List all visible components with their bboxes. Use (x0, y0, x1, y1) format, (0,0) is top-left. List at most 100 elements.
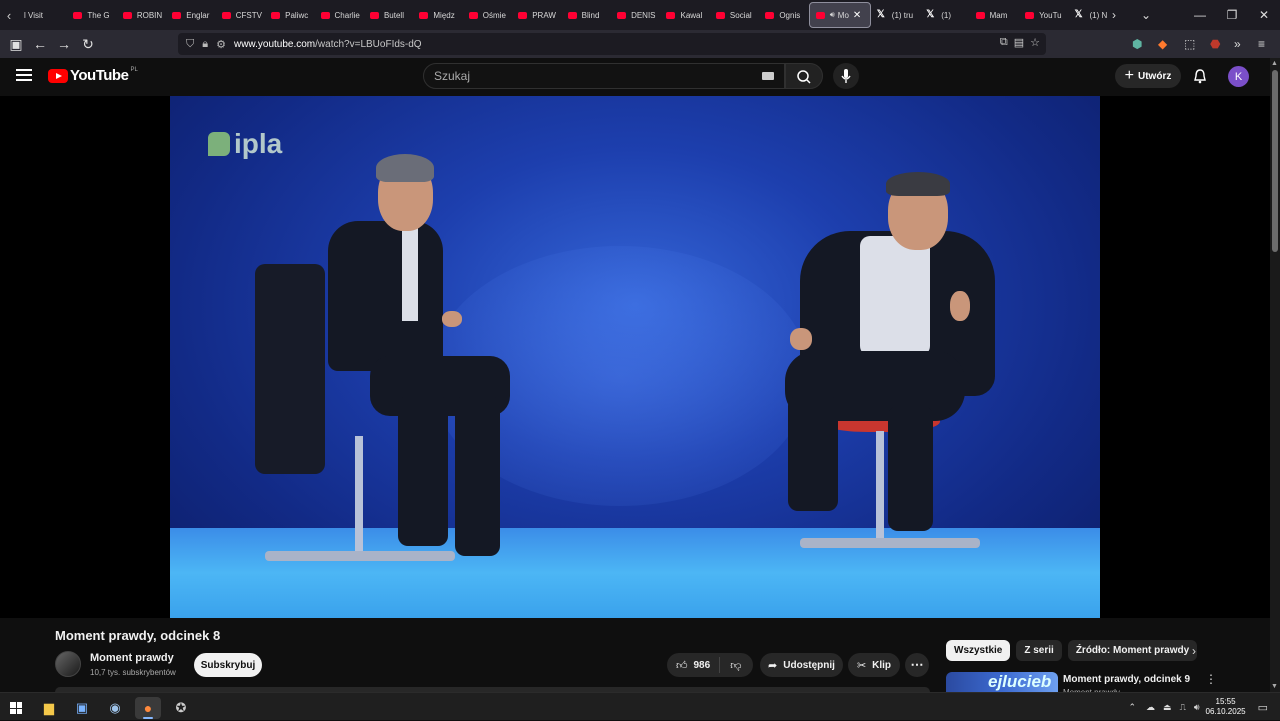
search-input[interactable]: Szukaj (423, 63, 785, 89)
overflow-menu-icon[interactable]: » (1234, 30, 1241, 58)
youtube-icon (172, 12, 181, 19)
browser-tab[interactable]: ROBIN (117, 2, 166, 28)
dislike-button[interactable]: 👎︎ (720, 659, 751, 672)
onedrive-cloud-icon[interactable]: ☁ (1146, 702, 1155, 713)
youtube-icon (765, 12, 774, 19)
chip-series[interactable]: Z serii (1016, 640, 1061, 661)
tab-scroll-right-icon[interactable]: › (1098, 8, 1130, 22)
usb-drive-icon[interactable]: ⏏ (1163, 702, 1172, 713)
tab-label: YouTu (1039, 11, 1062, 20)
browser-tab[interactable]: Ognis (759, 2, 808, 28)
recommended-video-thumbnail[interactable]: ejlucieb (946, 672, 1058, 692)
maximize-icon[interactable]: ❐ (1216, 8, 1248, 22)
forward-icon[interactable]: → (52, 32, 76, 56)
start-button[interactable] (3, 697, 29, 719)
channel-avatar[interactable] (55, 651, 81, 677)
steam-icon[interactable]: ◉ (102, 697, 128, 719)
close-window-icon[interactable]: ✕ (1248, 8, 1280, 22)
browser-tab[interactable]: CFSTV (216, 2, 265, 28)
extension-shield-icon[interactable]: ⬢ (1132, 30, 1142, 58)
picture-in-picture-icon[interactable]: ⧉ (1000, 36, 1008, 49)
keyboard-icon[interactable] (762, 72, 774, 80)
permissions-icon[interactable]: ⚙︎ (216, 38, 226, 51)
channel-name[interactable]: Moment prawdy (90, 652, 174, 664)
list-all-tabs-icon[interactable]: ⌄ (1130, 8, 1162, 22)
more-actions-button[interactable]: ⋯ (905, 653, 929, 677)
browser-tab[interactable]: Mam (970, 2, 1019, 28)
scrollbar-thumb[interactable] (1272, 70, 1278, 252)
browser-tab[interactable]: Kawal (660, 2, 709, 28)
browser-tab[interactable]: PRAW (512, 2, 561, 28)
browser-tab[interactable]: Englar (166, 2, 215, 28)
close-tab-icon[interactable]: ✕ (853, 10, 861, 21)
like-button[interactable]: 👍︎ 986 (667, 657, 720, 673)
notification-center-icon[interactable]: ▭ (1258, 701, 1268, 714)
scroll-down-arrow-icon[interactable]: ▼ (1271, 683, 1278, 690)
youtube-logo[interactable]: YouTube PL (48, 67, 138, 84)
browser-tab[interactable]: l Visit (18, 2, 67, 28)
recommended-video-menu-icon[interactable]: ⋮ (1205, 672, 1217, 686)
guide-menu-icon[interactable] (16, 69, 32, 81)
bookmark-star-icon[interactable]: ☆ (1030, 36, 1040, 49)
lock-icon[interactable]: 🔒︎ (202, 38, 208, 51)
extension-ublock-icon[interactable]: ⬣ (1210, 30, 1220, 58)
app-menu-icon[interactable]: ≡ (1258, 30, 1265, 58)
tab-label: l Visit (24, 11, 43, 20)
page-scrollbar[interactable]: ▲ ▼ (1270, 58, 1280, 692)
shield-icon[interactable]: ⛉ (186, 38, 194, 51)
share-button[interactable]: ➦ Udostępnij (760, 653, 843, 677)
file-explorer-icon[interactable]: ▆ (36, 697, 62, 719)
tab-scroll-left-icon[interactable]: ‹ (0, 0, 18, 30)
video-player[interactable]: ipla (170, 96, 1100, 618)
browser-tab[interactable]: The G (67, 2, 116, 28)
notifications-bell-icon[interactable] (1192, 68, 1208, 84)
extension-fox-icon[interactable]: ◆ (1158, 30, 1167, 58)
search-button[interactable] (785, 63, 823, 89)
browser-tab[interactable]: 𝕏(1) tru (871, 2, 920, 28)
browser-tab[interactable]: YouTu (1019, 2, 1068, 28)
browser-tab[interactable]: Blind (562, 2, 611, 28)
clip-button[interactable]: ✂ Klip (848, 653, 900, 677)
browser-tab[interactable]: Butell (364, 2, 413, 28)
app-icon[interactable]: ✪ (168, 697, 194, 719)
taskbar-clock[interactable]: 15:55 06.10.2025 (1206, 697, 1246, 717)
tab-label: The G (87, 11, 109, 20)
sidebar-toggle-icon[interactable]: ▣ (4, 32, 28, 56)
volume-icon[interactable]: 🔊︎ (1194, 702, 1200, 713)
chips-next-arrow-icon[interactable]: › (1192, 644, 1196, 658)
back-icon[interactable]: ← (28, 32, 52, 56)
browser-tab[interactable]: Social (710, 2, 759, 28)
minimize-icon[interactable]: — (1184, 8, 1216, 22)
tab-label: Social (730, 11, 752, 20)
network-icon[interactable]: ⎍ (1180, 702, 1186, 713)
recommended-video-title[interactable]: Moment prawdy, odcinek 9 (1063, 674, 1190, 685)
voice-search-button[interactable] (833, 63, 859, 89)
reader-view-icon[interactable]: ▤ (1014, 36, 1024, 49)
windows-taskbar: ▆ ▣ ◉ ● ✪ ⌃ ☁ ⏏ ⎍ 🔊︎ 15:55 06.10.2025 ▭ (0, 692, 1280, 720)
browser-tab[interactable]: Ośmie (463, 2, 512, 28)
firefox-icon[interactable]: ● (135, 697, 161, 719)
extensions-puzzle-icon[interactable]: ⬚ (1184, 30, 1195, 58)
url-bar[interactable]: ⛉ 🔒︎ ⚙︎ www.youtube.com/watch?v=LBUoFIds… (178, 33, 1046, 55)
browser-tab[interactable]: Międz (413, 2, 462, 28)
thumb-down-icon: 👎︎ (730, 660, 741, 672)
browser-tab[interactable]: DENIS (611, 2, 660, 28)
chip-all[interactable]: Wszystkie (946, 640, 1010, 661)
youtube-icon (716, 12, 725, 19)
x-icon: 𝕏 (877, 10, 887, 20)
subscribe-button[interactable]: Subskrybuj (194, 653, 262, 677)
speaker-icon[interactable]: 🔊︎ (830, 10, 835, 20)
like-dislike-group: 👍︎ 986 👎︎ (667, 653, 753, 677)
share-arrow-icon: ➦ (768, 659, 777, 672)
scroll-up-arrow-icon[interactable]: ▲ (1271, 60, 1278, 67)
browser-tab-active[interactable]: 🔊︎Mo✕ (809, 2, 871, 28)
show-hidden-icons-icon[interactable]: ⌃ (1129, 702, 1137, 713)
browser-tab[interactable]: Charlie (315, 2, 364, 28)
chip-source[interactable]: Źródło: Moment prawdy (1068, 640, 1197, 661)
account-avatar[interactable]: K (1228, 66, 1249, 87)
create-button[interactable]: + Utwórz (1115, 64, 1181, 88)
browser-tab[interactable]: 𝕏(1) (920, 2, 969, 28)
browser-tab[interactable]: Paliwc (265, 2, 314, 28)
remote-desktop-icon[interactable]: ▣ (69, 697, 95, 719)
reload-icon[interactable]: ↻ (76, 32, 100, 56)
